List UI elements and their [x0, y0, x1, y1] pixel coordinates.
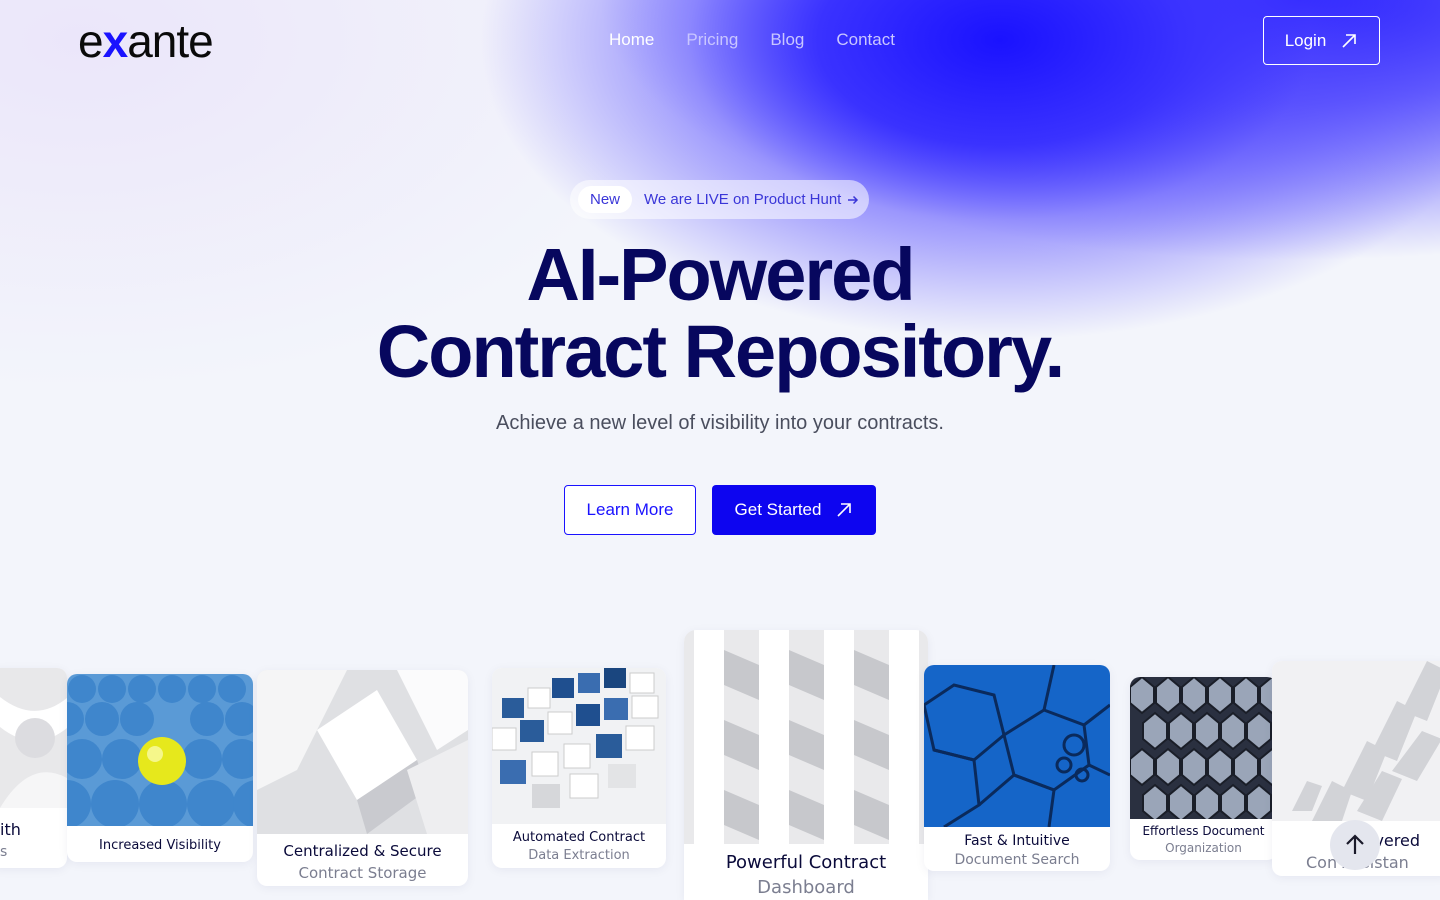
arrow-up-right-icon — [1342, 33, 1357, 48]
feature-card-partial-left[interactable]: ith s — [0, 668, 67, 868]
white-facade-image — [684, 630, 928, 844]
card-title: Centralized & Secure — [283, 842, 442, 860]
card-title: ith — [0, 820, 21, 839]
announcement-text-wrap: We are LIVE on Product Hunt — [644, 191, 859, 208]
announcement-text: We are LIVE on Product Hunt — [644, 191, 842, 208]
hero-title-line2: Contract Repository. — [376, 310, 1065, 393]
card-title: Powerful Contract — [725, 852, 887, 873]
feature-card-increased-visibility[interactable]: Increased Visibility — [67, 674, 253, 862]
feature-card-data-extraction[interactable]: Automated Contract Data Extraction — [492, 668, 666, 868]
scroll-to-top-button[interactable] — [1330, 820, 1380, 870]
login-label: Login — [1284, 30, 1327, 50]
nav-blog-link[interactable]: Blog — [770, 30, 804, 50]
blue-bubbles-image — [924, 665, 1110, 827]
blue-cubes-image — [492, 668, 666, 824]
get-started-button[interactable]: Get Started — [712, 485, 876, 535]
main-nav: Home Pricing Blog Contact — [609, 30, 895, 50]
feature-card-secure-storage[interactable]: Centralized & Secure Contract Storage — [257, 670, 468, 886]
login-button[interactable]: Login — [1263, 16, 1380, 65]
learn-more-button[interactable]: Learn More — [564, 485, 696, 535]
white-blocks-image — [257, 670, 468, 834]
nav-pricing-link[interactable]: Pricing — [686, 30, 738, 50]
white-stacked-blocks-image — [1272, 661, 1440, 821]
card-subtitle: Contract Storage — [298, 864, 427, 882]
card-title: Increased Visibility — [99, 838, 221, 853]
exante-logo[interactable]: exante — [78, 16, 214, 66]
hero-subtitle: Achieve a new level of visibility into y… — [496, 412, 944, 434]
feature-card-document-organization[interactable]: Effortless Document Organization — [1130, 677, 1277, 860]
blue-spheres-image — [67, 674, 253, 826]
site-header: exante Home Pricing Blog Contact Login — [0, 0, 1440, 80]
new-badge: New — [578, 186, 633, 213]
white-abstract-image — [0, 668, 67, 808]
card-subtitle: Document Search — [954, 852, 1080, 868]
arrow-up-icon — [1346, 834, 1364, 854]
hexagon-facade-image — [1130, 677, 1277, 819]
nav-home-link[interactable]: Home — [609, 30, 654, 50]
card-title: Fast & Intuitive — [964, 833, 1070, 849]
feature-card-document-search[interactable]: Fast & Intuitive Document Search — [924, 665, 1110, 871]
hero-title-line1: AI-Powered — [526, 233, 915, 316]
card-subtitle: Dashboard — [757, 877, 855, 898]
arrow-up-right-icon — [837, 503, 852, 517]
nav-contact-link[interactable]: Contact — [836, 30, 895, 50]
card-subtitle: Organization — [1165, 841, 1242, 855]
card-subtitle: s — [0, 844, 8, 860]
card-subtitle: Data Extraction — [528, 848, 630, 863]
feature-card-dashboard[interactable]: Powerful Contract Dashboard — [684, 630, 928, 900]
card-title: Effortless Document — [1142, 824, 1265, 838]
hero-title: AI-Powered Contract Repository. — [0, 236, 1440, 390]
card-title: Automated Contract — [512, 830, 646, 845]
arrow-right-icon — [848, 195, 859, 204]
get-started-label: Get Started — [734, 500, 822, 519]
announcement-pill[interactable]: New We are LIVE on Product Hunt — [570, 180, 869, 219]
